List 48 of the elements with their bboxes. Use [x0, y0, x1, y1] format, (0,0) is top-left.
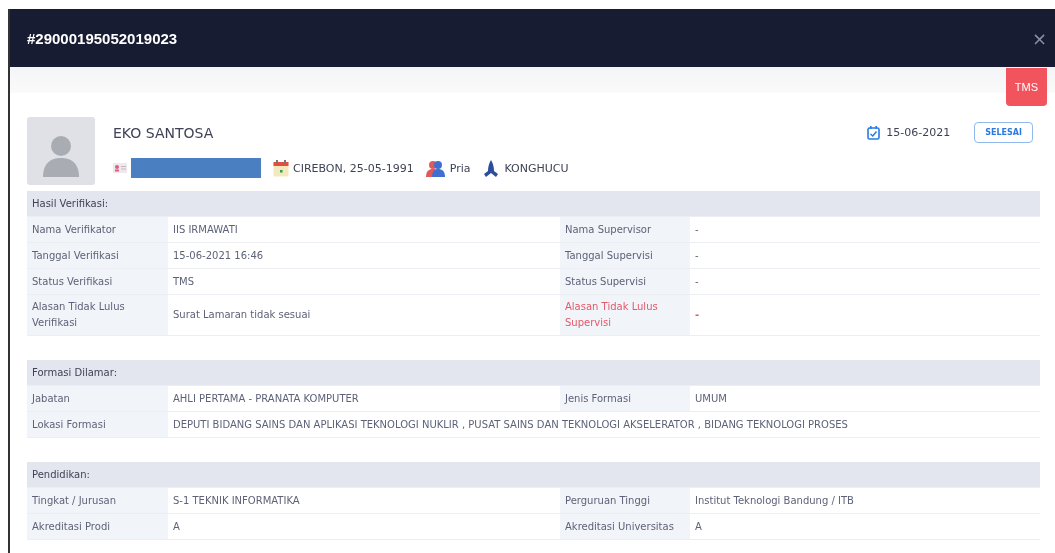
- field-value: TMS: [168, 268, 560, 295]
- field-label: Status Verifikasi: [27, 268, 168, 295]
- field-label: Lokasi Formasi: [27, 411, 168, 438]
- praying-hands-icon: [482, 159, 501, 177]
- section-header: Pendidikan:: [27, 462, 1040, 488]
- field-label: Akreditasi Prodi: [27, 513, 168, 540]
- religion-text: KONGHUCU: [504, 161, 569, 175]
- field-value: IIS IRMAWATI: [168, 216, 560, 243]
- status-badge: SELESAI: [974, 122, 1033, 143]
- field-value: DEPUTI BIDANG SAINS DAN APLIKASI TEKNOLOGI NUKLIR , PUSAT SAINS DAN TEKNOLOGI AKSELERATOR , BIDANG TEKNOLOGI PROSES: [168, 411, 1041, 438]
- person-name: EKO SANTOSA: [113, 125, 215, 141]
- field-value: -: [690, 216, 1041, 243]
- field-label: Tanggal Supervisi: [560, 242, 690, 269]
- field-label: Akreditasi Universitas: [560, 513, 690, 540]
- field-label: Tingkat / Jurusan: [27, 487, 168, 514]
- field-value: AHLI PERTAMA - PRANATA KOMPUTER: [168, 385, 560, 412]
- avatar-placeholder: [27, 117, 95, 185]
- id-card-icon: [113, 163, 127, 173]
- field-label: Jenis Formasi: [560, 385, 690, 412]
- field-value: A: [168, 513, 560, 540]
- field-label: Nama Supervisor: [560, 216, 690, 243]
- calendar-icon: [273, 159, 289, 177]
- field-value: S-1 TEKNIK INFORMATIKA: [168, 487, 560, 514]
- modal-title: #29000195052019023: [27, 29, 178, 47]
- field-label: Alasan Tidak Lulus Supervisi: [560, 294, 690, 336]
- field-value: A: [690, 513, 1040, 540]
- field-label: Status Supervisi: [560, 268, 690, 295]
- field-value: 15-06-2021 16:46: [168, 242, 560, 269]
- field-label: Nama Verifikator: [27, 216, 168, 243]
- calendar-check-icon: [867, 125, 881, 140]
- field-label: Alasan Tidak Lulus Verifikasi: [27, 294, 168, 336]
- field-value: Surat Lamaran tidak sesuai: [168, 294, 560, 336]
- field-value: Institut Teknologi Bandung / ITB: [690, 487, 1040, 514]
- section-header: Formasi Dilamar:: [27, 360, 1041, 386]
- field-label: Jabatan: [27, 385, 168, 412]
- field-value: -: [690, 242, 1041, 269]
- field-label: Perguruan Tinggi: [560, 487, 690, 514]
- field-value: -: [690, 294, 1041, 336]
- status-badge: TMS: [1005, 68, 1047, 106]
- completion-date: 15-06-2021: [886, 126, 951, 139]
- gender-text: Pria: [449, 161, 471, 175]
- close-button[interactable]: ×: [1031, 27, 1047, 49]
- birth-place-date: CIREBON, 25-05-1991: [293, 161, 414, 175]
- field-value: UMUM: [690, 385, 1041, 412]
- field-label: Tanggal Verifikasi: [27, 242, 168, 269]
- section-header: Hasil Verifikasi:: [27, 191, 1041, 217]
- people-icon: [425, 159, 446, 177]
- field-value: -: [690, 268, 1041, 295]
